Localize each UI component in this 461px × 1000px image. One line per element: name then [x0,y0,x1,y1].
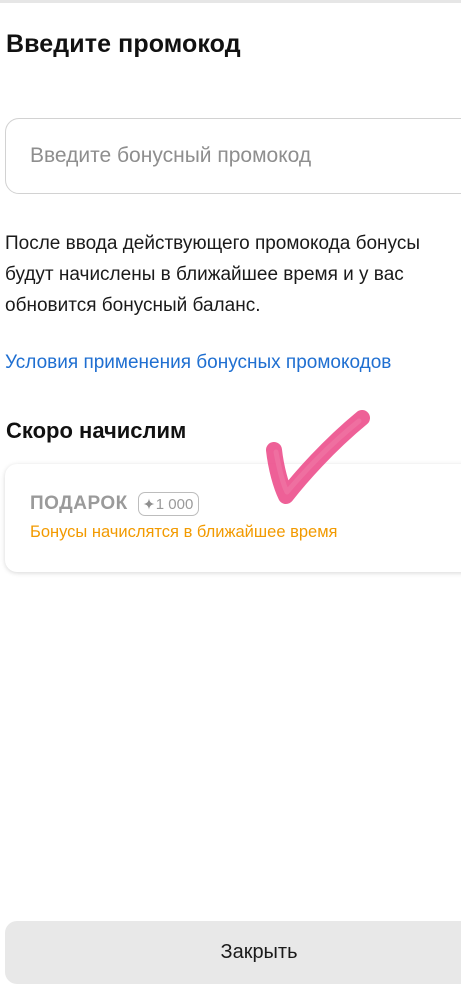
bonus-amount-badge: 1 000 [137,492,200,516]
bonus-name: ПОДАРОК [30,493,128,514]
bonus-card-header: ПОДАРОК 1 000 [30,492,200,516]
bonus-status: Бонусы начислятся в ближайшее время [30,523,338,541]
info-text-line: После ввода действующего промокода бонус… [5,233,420,254]
close-button[interactable]: Закрыть [5,921,461,984]
info-text: После ввода действующего промокода бонус… [5,228,461,321]
bonus-card[interactable]: ПОДАРОК 1 000 Бонусы начислятся в ближай… [5,464,461,572]
promo-code-input[interactable] [5,118,461,194]
sparkle-icon [143,498,155,510]
promo-code-sheet: Введите промокод После ввода действующег… [0,0,461,1000]
info-text-line: будут начислены в ближайшее время и у ва… [5,264,404,285]
sheet-top-border [0,0,461,3]
bonus-amount: 1 000 [155,495,194,513]
info-text-line: обновится бонусный баланс. [5,295,261,316]
page-title: Введите промокод [6,30,241,58]
terms-link[interactable]: Условия применения бонусных промокодов [5,352,391,374]
section-title-pending: Скоро начислим [6,418,187,443]
